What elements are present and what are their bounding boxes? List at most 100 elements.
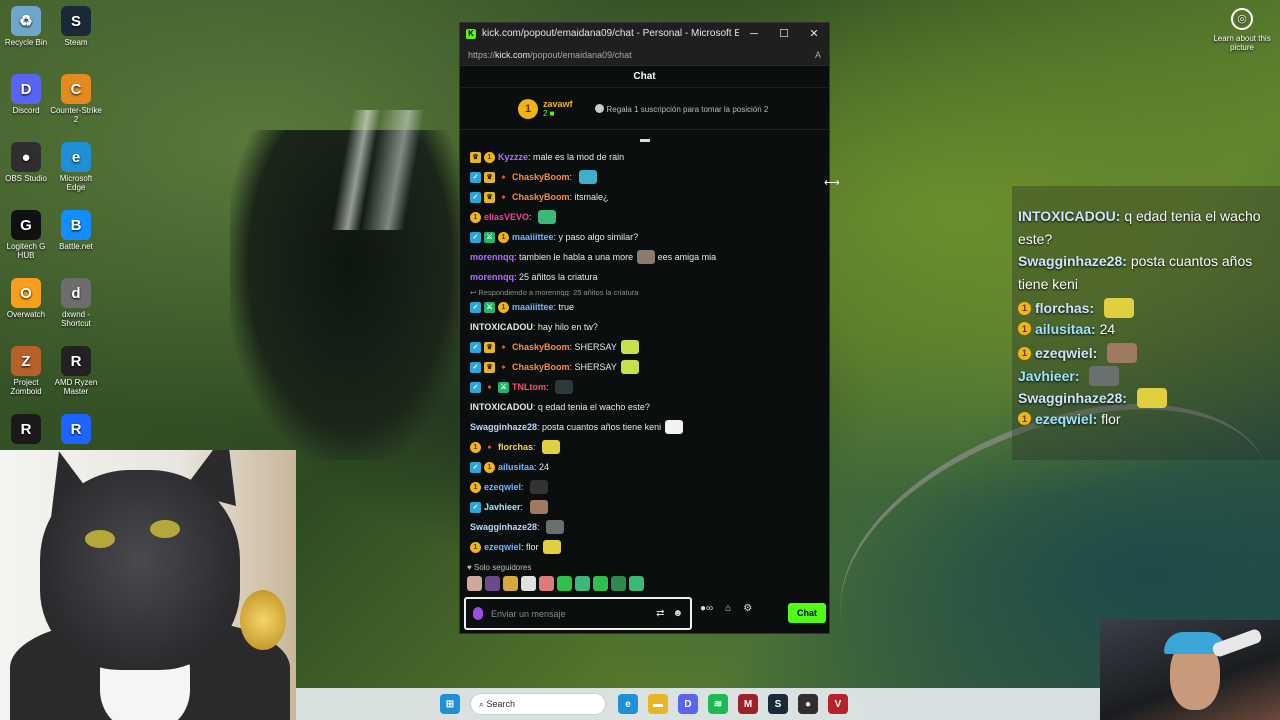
desktop-icon[interactable]: S Steam <box>50 6 102 47</box>
desktop-icon[interactable]: B Battle.net <box>50 210 102 251</box>
camera-icon: ◎ <box>1231 8 1253 30</box>
settings-gear-icon[interactable]: ⚙ <box>743 603 752 614</box>
close-button[interactable]: ✕ <box>799 27 829 40</box>
valorant-icon[interactable]: V <box>828 694 848 714</box>
translate-icon[interactable]: ⇄ <box>656 608 664 619</box>
sub-badge-icon: ♠ <box>487 383 492 391</box>
app-icon: R <box>61 414 91 444</box>
desktop-icon[interactable]: D Discord <box>0 74 52 115</box>
obs-icon[interactable]: ● <box>798 694 818 714</box>
leader-username[interactable]: zavawf <box>543 99 573 109</box>
app-icon: Z <box>11 346 41 376</box>
desktop-icon[interactable]: R <box>50 414 102 446</box>
rank-medal-icon: 1 <box>518 98 538 119</box>
desktop-icon[interactable]: Z Project Zomboid <box>0 346 52 396</box>
chat-username[interactable]: Javhieer <box>484 502 521 512</box>
chat-username[interactable]: ChaskyBoom <box>512 192 570 202</box>
overlay-text: 24 <box>1099 320 1116 337</box>
read-aloud-icon[interactable]: A <box>815 50 821 60</box>
spotify-icon[interactable]: ≋ <box>708 694 728 714</box>
chat-message: INTOXICADOU: q edad tenia el wacho este? <box>470 397 825 417</box>
chat-text: tambien le habla a una more <box>519 252 634 262</box>
chat-emote <box>538 210 557 224</box>
desktop-icon-label: Project Zomboid <box>10 378 42 396</box>
chat-username[interactable]: ChaskyBoom <box>512 342 570 352</box>
desktop-icon[interactable]: C Counter-Strike 2 <box>50 74 102 124</box>
chat-emote <box>637 250 656 264</box>
chat-username[interactable]: TNLtom <box>512 382 546 392</box>
points-icon[interactable]: ●∞ <box>700 603 713 614</box>
steam-icon[interactable]: S <box>768 694 788 714</box>
quick-emote[interactable] <box>575 576 590 591</box>
chat-username[interactable]: ailusitaa <box>498 462 534 472</box>
quick-emote[interactable] <box>521 576 536 591</box>
chat-text: 24 <box>539 462 550 472</box>
chat-username[interactable]: Swagginhaze28 <box>470 522 537 532</box>
chat-message: ♛ 1 Kyzzze: male es la mod de rain <box>470 147 825 167</box>
chat-username[interactable]: morennqq <box>470 272 514 282</box>
minimize-button[interactable]: ─ <box>739 28 769 40</box>
chat-username[interactable]: eliasVEVO <box>484 212 529 222</box>
chat-message: ✓ ♛ ♠ ChaskyBoom: SHERSAY <box>470 337 825 357</box>
quick-emote[interactable] <box>539 576 554 591</box>
chat-text: SHERSAY <box>574 362 617 372</box>
chat-username[interactable]: INTOXICADOU <box>470 322 533 332</box>
chat-username[interactable]: ChaskyBoom <box>512 172 570 182</box>
collapse-icon[interactable]: ▬ <box>640 134 650 145</box>
folder-icon[interactable]: ▬ <box>648 694 668 714</box>
discord-icon[interactable]: D <box>678 694 698 714</box>
message-input[interactable]: Enviar un mensaje ⇄ ☻ <box>464 597 692 630</box>
desktop-icon[interactable]: ♻ Recycle Bin <box>0 6 52 47</box>
desktop-icon-label: Steam <box>64 38 88 47</box>
desktop-icon[interactable]: G Logitech G HUB <box>0 210 52 260</box>
microphone-icon[interactable] <box>473 607 483 620</box>
desktop-icon[interactable]: ● OBS Studio <box>0 142 52 183</box>
chat-text: itsmale¿ <box>574 192 609 202</box>
crown-badge-icon: ♛ <box>470 151 481 163</box>
quick-emote[interactable] <box>629 576 644 591</box>
send-chat-button[interactable]: Chat <box>788 603 826 623</box>
chat-username[interactable]: morennqq <box>470 252 514 262</box>
app-icon: R <box>61 346 91 376</box>
desktop-icon-label: Overwatch <box>6 310 46 319</box>
chat-username[interactable]: maaiiittee <box>512 232 554 242</box>
desktop-icon[interactable]: R AMD Ryzen Master <box>50 346 102 396</box>
game-icon[interactable]: M <box>738 694 758 714</box>
desktop-icon[interactable]: e Microsoft Edge <box>50 142 102 192</box>
chat-username[interactable]: florchas <box>498 442 533 452</box>
chat-username[interactable]: Swagginhaze28 <box>470 422 537 432</box>
chat-username[interactable]: Kyzzze <box>498 152 528 162</box>
quick-emote[interactable] <box>467 576 482 591</box>
desktop-icon[interactable]: d dxwnd - Shortcut <box>50 278 102 328</box>
chat-text: posta cuantos años tiene keni <box>542 422 662 432</box>
verified-badge-icon: ✓ <box>470 501 481 513</box>
address-bar[interactable]: https://kick.com/popout/emaidana09/chat … <box>460 44 829 66</box>
emoji-icon[interactable]: ☻ <box>672 608 683 619</box>
sub-badge-icon: ♠ <box>501 343 506 351</box>
verified-badge-icon: ✓ <box>470 301 481 313</box>
gifter-badge-icon: 1 <box>1018 322 1031 335</box>
quick-emote[interactable] <box>611 576 626 591</box>
desktop-icon[interactable]: R <box>0 414 52 446</box>
chat-username[interactable]: ezeqwiel <box>484 482 521 492</box>
chat-username[interactable]: INTOXICADOU <box>470 402 533 412</box>
store-icon[interactable]: ⌂ <box>725 603 731 614</box>
chat-username[interactable]: ChaskyBoom <box>512 362 570 372</box>
overlay-chat-row: Javhieer: <box>1018 365 1120 386</box>
start-windows-icon[interactable]: ⊞ <box>440 694 460 714</box>
chat-text: flor <box>526 542 539 552</box>
maximize-button[interactable]: ☐ <box>769 27 799 40</box>
taskbar-search[interactable]: ⌕ Search <box>470 693 606 715</box>
chat-username[interactable]: maaiiittee <box>512 302 554 312</box>
gift-sub-cta[interactable]: Regala 1 suscripción para tomar la posic… <box>594 103 768 114</box>
overlay-emote <box>1136 388 1167 408</box>
edge-icon[interactable]: e <box>618 694 638 714</box>
quick-emote[interactable] <box>485 576 500 591</box>
stream-chat-overlay: INTOXICADOU: q edad tenia el wacho este? S… <box>1012 186 1280 460</box>
quick-emote[interactable] <box>557 576 572 591</box>
quick-emote[interactable] <box>593 576 608 591</box>
learn-about-picture[interactable]: ◎ Learn about this picture <box>1212 8 1272 52</box>
quick-emote[interactable] <box>503 576 518 591</box>
chat-username[interactable]: ezeqwiel <box>484 542 521 552</box>
desktop-icon[interactable]: O Overwatch <box>0 278 52 319</box>
